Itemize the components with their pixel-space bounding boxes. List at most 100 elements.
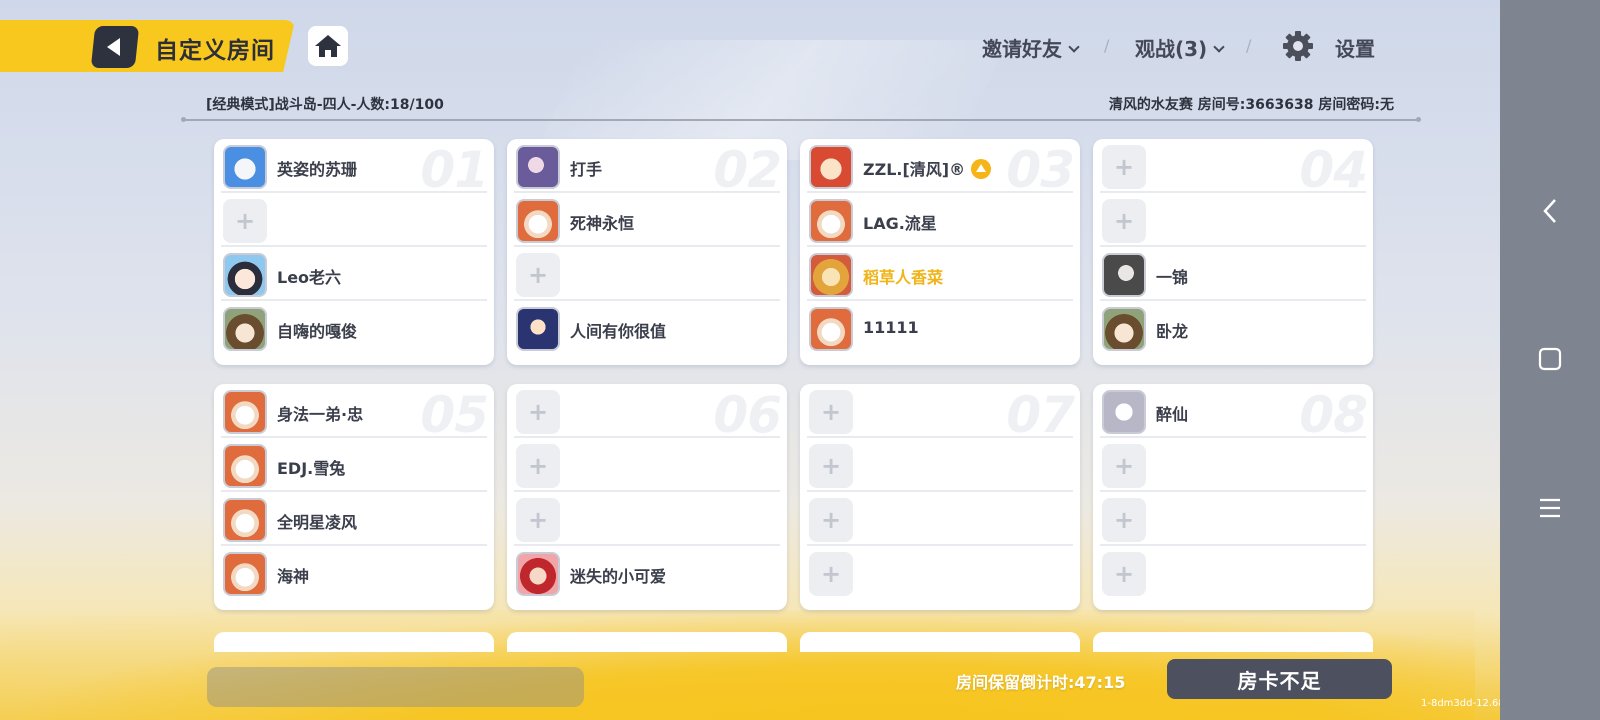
player-slot[interactable]: 迷失的小可爱 xyxy=(514,546,780,600)
recents-nav-icon[interactable] xyxy=(1538,347,1562,371)
add-player-icon[interactable]: + xyxy=(809,552,853,596)
team-card-05: 05 身法一弟·忠 EDJ.雪兔 全明星凌风 海神 xyxy=(214,384,494,610)
add-player-icon[interactable]: + xyxy=(516,444,560,488)
add-player-icon[interactable]: + xyxy=(1102,498,1146,542)
add-player-icon[interactable]: + xyxy=(1102,199,1146,243)
add-player-icon[interactable]: + xyxy=(809,444,853,488)
empty-slot[interactable]: + xyxy=(1100,438,1366,492)
info-divider xyxy=(181,117,1421,122)
player-slot[interactable]: 英姿的苏珊 xyxy=(221,139,487,193)
player-name: ZZL.[清风]® xyxy=(863,156,992,181)
room-card-button[interactable]: 房卡不足 xyxy=(1167,659,1392,699)
player-slot[interactable]: 人间有你很值 xyxy=(514,301,780,355)
player-slot[interactable]: 海神 xyxy=(221,546,487,600)
player-slot[interactable]: 身法一弟·忠 xyxy=(221,384,487,438)
player-slot[interactable]: 打手 xyxy=(514,139,780,193)
player-slot[interactable]: 稻草人香菜 xyxy=(807,247,1073,301)
player-name-text: 迷失的小可爱 xyxy=(570,567,667,586)
team-card-07: 07 + + + + xyxy=(800,384,1080,610)
empty-slot[interactable]: + xyxy=(1100,139,1366,193)
red-hood-avatar[interactable] xyxy=(516,552,560,596)
gray-hair-avatar[interactable] xyxy=(1102,253,1146,297)
player-name-text: 打手 xyxy=(570,160,603,179)
player-name: 11111 xyxy=(863,318,919,337)
empty-slot[interactable]: + xyxy=(514,492,780,546)
player-name: 英姿的苏珊 xyxy=(277,156,357,180)
back-button[interactable] xyxy=(90,26,140,68)
room-details: 清风的水友赛 房间号:3663638 房间密码:无 xyxy=(1108,97,1394,113)
room-mode: [经典模式]战斗岛-四人-人数:18/100 xyxy=(206,97,444,113)
back-nav-icon[interactable] xyxy=(1542,198,1558,224)
add-player-icon[interactable]: + xyxy=(809,498,853,542)
dark-hair-avatar[interactable] xyxy=(516,307,560,351)
bear-avatar[interactable] xyxy=(809,307,853,351)
team-card-03: 03 ZZL.[清风]® LAG.流星 稻草人香菜 11111 xyxy=(800,139,1080,365)
bear-avatar[interactable] xyxy=(223,552,267,596)
player-slot[interactable]: LAG.流星 xyxy=(807,193,1073,247)
spectate-dropdown[interactable]: 观战(3) xyxy=(1135,33,1225,62)
divider: / xyxy=(1246,36,1252,55)
player-name: 身法一弟·忠 xyxy=(277,401,363,425)
player-name-text: Leo老六 xyxy=(277,268,342,287)
player-name-text: 自嗨的嘎俊 xyxy=(277,322,358,341)
player-slot[interactable]: 醉仙 xyxy=(1100,384,1366,438)
add-player-icon[interactable]: + xyxy=(1102,444,1146,488)
player-slot[interactable]: 死神永恒 xyxy=(514,193,780,247)
home-button[interactable] xyxy=(308,26,348,66)
add-player-icon[interactable]: + xyxy=(516,498,560,542)
player-slot[interactable]: 一锦 xyxy=(1100,247,1366,301)
empty-slot[interactable]: + xyxy=(514,384,780,438)
player-slot[interactable]: 卧龙 xyxy=(1100,301,1366,355)
empty-slot[interactable]: + xyxy=(807,492,1073,546)
girl-avatar[interactable] xyxy=(516,145,560,189)
blue-cat-avatar[interactable] xyxy=(223,145,267,189)
empty-slot[interactable]: + xyxy=(807,384,1073,438)
boy-avatar[interactable] xyxy=(223,253,267,297)
add-player-icon[interactable]: + xyxy=(809,390,853,434)
player-name: 稻草人香菜 xyxy=(863,264,943,288)
team-card-06: 06 + + + 迷失的小可爱 xyxy=(507,384,787,610)
player-slot[interactable]: ZZL.[清风]® xyxy=(807,139,1073,193)
settings-button[interactable]: 设置 xyxy=(1335,33,1375,62)
empty-slot[interactable]: + xyxy=(1100,193,1366,247)
player-name: 自嗨的嘎俊 xyxy=(277,318,357,342)
lion-avatar[interactable] xyxy=(809,145,853,189)
straw-avatar[interactable] xyxy=(809,253,853,297)
spectate-label: 观战(3) xyxy=(1135,37,1208,61)
brown-hair-avatar[interactable] xyxy=(223,307,267,351)
player-slot[interactable]: Leo老六 xyxy=(221,247,487,301)
player-slot[interactable]: 全明星凌风 xyxy=(221,492,487,546)
bear-avatar[interactable] xyxy=(223,498,267,542)
player-slot[interactable]: 自嗨的嘎俊 xyxy=(221,301,487,355)
empty-slot[interactable]: + xyxy=(514,247,780,301)
add-player-icon[interactable]: + xyxy=(516,390,560,434)
add-player-icon[interactable]: + xyxy=(1102,552,1146,596)
bear-avatar[interactable] xyxy=(223,444,267,488)
empty-slot[interactable]: + xyxy=(1100,546,1366,600)
empty-slot[interactable]: + xyxy=(1100,492,1366,546)
empty-slot[interactable]: + xyxy=(514,438,780,492)
player-slot[interactable]: EDJ.雪兔 xyxy=(221,438,487,492)
add-player-icon[interactable]: + xyxy=(1102,145,1146,189)
invite-friends-dropdown[interactable]: 邀请好友 xyxy=(982,33,1080,62)
empty-slot[interactable]: + xyxy=(807,438,1073,492)
player-name-text: 全明星凌风 xyxy=(277,513,358,532)
player-name: 迷失的小可爱 xyxy=(570,563,666,587)
gear-icon[interactable] xyxy=(1282,30,1314,62)
empty-slot[interactable]: + xyxy=(221,193,487,247)
brown-hair-avatar[interactable] xyxy=(1102,307,1146,351)
player-name: 死神永恒 xyxy=(570,210,634,234)
team-card-08: 08 醉仙 + + + xyxy=(1093,384,1373,610)
team-card-02: 02 打手 死神永恒 + 人间有你很值 xyxy=(507,139,787,365)
bear-avatar[interactable] xyxy=(809,199,853,243)
player-slot[interactable]: 11111 xyxy=(807,301,1073,355)
empty-slot[interactable]: + xyxy=(807,546,1073,600)
host-crown-icon xyxy=(971,158,992,179)
menu-nav-icon[interactable] xyxy=(1538,497,1562,519)
add-player-icon[interactable]: + xyxy=(223,199,267,243)
chat-input-bar[interactable] xyxy=(207,667,584,707)
bear-avatar[interactable] xyxy=(516,199,560,243)
silver-hair-avatar[interactable] xyxy=(1102,390,1146,434)
add-player-icon[interactable]: + xyxy=(516,253,560,297)
bear-avatar[interactable] xyxy=(223,390,267,434)
